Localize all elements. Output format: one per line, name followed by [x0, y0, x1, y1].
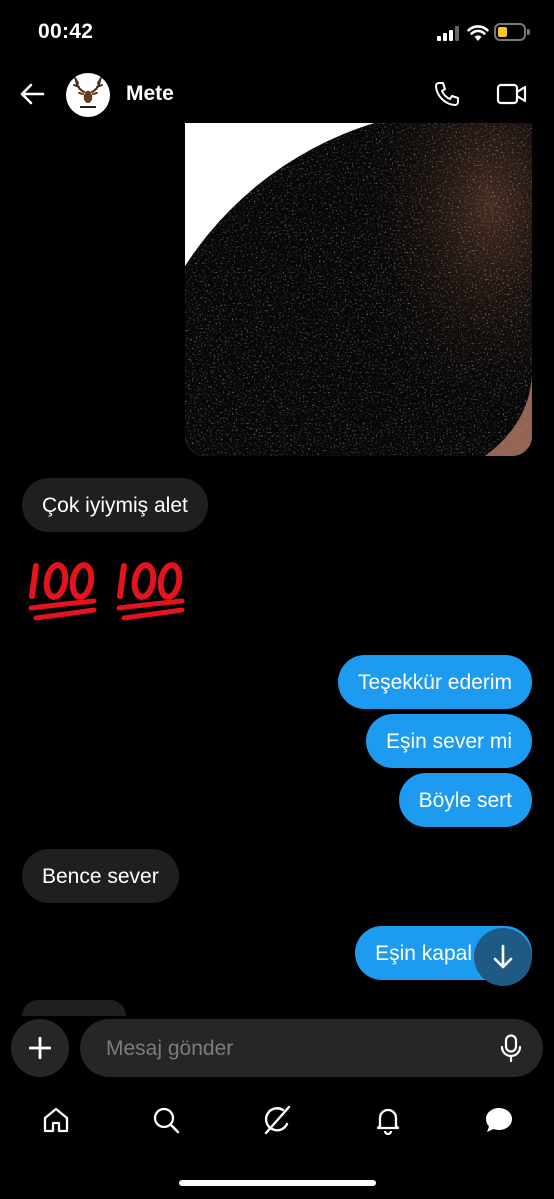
wifi-icon	[467, 25, 489, 41]
home-icon	[43, 1107, 69, 1133]
battery-icon	[494, 23, 530, 41]
message-input[interactable]	[104, 1019, 468, 1079]
message-image[interactable]	[185, 123, 532, 456]
message-bubble-received[interactable]: Çok iyiymiş alet	[22, 478, 208, 532]
tab-search[interactable]	[146, 1100, 186, 1140]
tab-grok[interactable]	[257, 1100, 297, 1140]
status-time: 00:42	[38, 20, 94, 43]
microphone-icon[interactable]	[499, 1034, 523, 1062]
avatar[interactable]	[66, 73, 110, 117]
phone-icon[interactable]	[433, 80, 461, 108]
tab-home[interactable]	[36, 1100, 76, 1140]
hundred-points-emoji[interactable]: 💯💯	[28, 546, 193, 626]
deer-logo-icon	[73, 77, 103, 108]
message-bubble-sent[interactable]: Böyle sert	[398, 773, 532, 827]
video-camera-icon[interactable]	[496, 82, 527, 106]
message-bubble-sent[interactable]: Teşekkür ederim	[337, 655, 532, 709]
home-indicator	[179, 1180, 376, 1186]
add-attachment-button[interactable]	[11, 1019, 69, 1077]
partial-bubble-received	[22, 1000, 126, 1016]
messages-icon	[486, 1108, 512, 1132]
arrow-left-icon[interactable]	[19, 82, 45, 106]
bell-icon	[376, 1108, 400, 1135]
scroll-to-bottom-button[interactable]	[474, 928, 532, 986]
message-bubble-sent[interactable]: Eşin sever mi	[365, 714, 532, 768]
tab-notifications[interactable]	[368, 1100, 408, 1140]
search-icon	[153, 1107, 180, 1134]
plus-icon	[29, 1037, 51, 1059]
cellular-signal-icon	[437, 26, 459, 41]
message-input-container[interactable]	[80, 1019, 543, 1079]
contact-name[interactable]: Mete	[126, 82, 174, 106]
message-bubble-received[interactable]: Bence sever	[22, 849, 179, 903]
hundred-points-icon	[28, 562, 185, 621]
grok-icon	[264, 1105, 291, 1135]
arrow-down-icon	[493, 944, 513, 969]
tab-messages[interactable]	[479, 1100, 519, 1140]
